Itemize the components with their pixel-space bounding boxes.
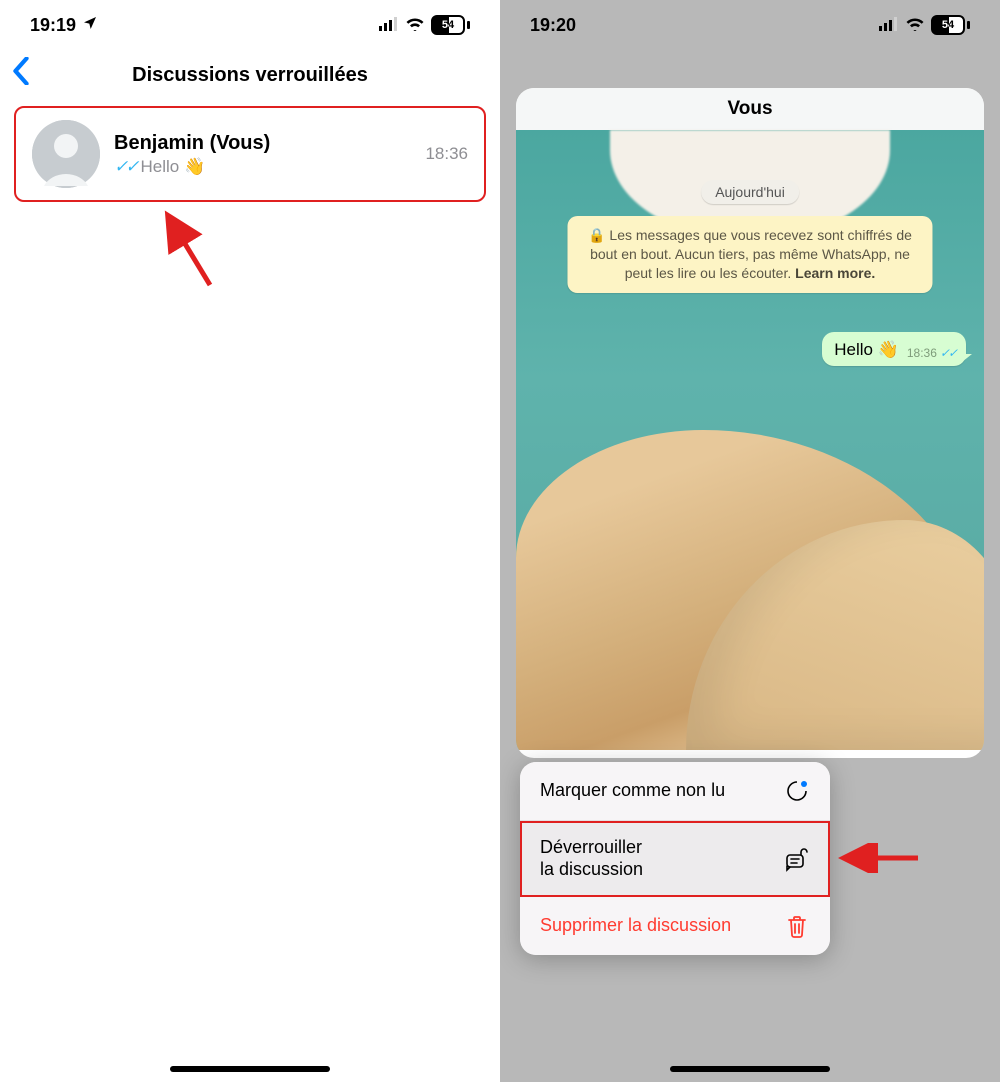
chat-time: 18:36	[425, 144, 468, 164]
chat-background: Aujourd'hui 🔒 Les messages que vous rece…	[516, 130, 984, 750]
status-bar: 19:19 54	[0, 0, 500, 50]
menu-label-line1: Déverrouiller	[540, 837, 642, 857]
status-time: 19:19	[30, 15, 76, 36]
annotation-arrow-icon	[838, 843, 928, 873]
date-pill: Aujourd'hui	[701, 180, 799, 204]
trash-icon	[784, 913, 810, 939]
encryption-learn-more[interactable]: Learn more.	[795, 265, 875, 281]
unlock-chat-icon	[784, 846, 810, 872]
read-receipt-icon: ✓✓	[940, 346, 956, 360]
chat-title: Vous	[516, 88, 984, 130]
menu-label: Marquer comme non lu	[540, 780, 725, 802]
location-icon	[82, 15, 98, 36]
unread-icon	[784, 778, 810, 804]
menu-delete-chat[interactable]: Supprimer la discussion	[520, 897, 830, 955]
encryption-notice: 🔒 Les messages que vous recevez sont chi…	[567, 216, 932, 293]
page-title: Discussions verrouillées	[132, 64, 368, 87]
menu-unlock-chat[interactable]: Déverrouiller la discussion	[520, 821, 830, 897]
wifi-icon	[905, 15, 925, 36]
context-menu: Marquer comme non lu Déverrouiller la di…	[520, 762, 830, 955]
left-screenshot: 19:19 54 Discussions verrouillées	[0, 0, 500, 1082]
cellular-icon	[879, 15, 899, 36]
nav-header: Discussions verrouillées	[0, 50, 500, 100]
annotation-arrow-icon	[150, 205, 230, 295]
chat-list-item[interactable]: Benjamin (Vous) ✓✓ Hello 👋 18:36	[14, 106, 486, 202]
status-time: 19:20	[530, 15, 576, 36]
cellular-icon	[379, 15, 399, 36]
menu-label: Supprimer la discussion	[540, 915, 731, 937]
chat-preview: ✓✓ Hello 👋	[114, 157, 411, 177]
right-screenshot: 19:20 54 Vous Aujourd'hui 🔒 Les	[500, 0, 1000, 1082]
message-text: Hello 👋	[834, 340, 899, 360]
back-icon[interactable]	[12, 57, 30, 93]
status-bar: 19:20 54	[500, 0, 1000, 50]
chat-preview-card[interactable]: Vous Aujourd'hui 🔒 Les messages que vous…	[516, 88, 984, 758]
battery-icon: 54	[431, 15, 465, 35]
chat-name: Benjamin (Vous)	[114, 132, 411, 155]
message-time: 18:36	[907, 346, 937, 360]
wifi-icon	[405, 15, 425, 36]
menu-label-line2: la discussion	[540, 859, 643, 879]
battery-level: 54	[942, 19, 954, 31]
chat-preview-text: Hello 👋	[141, 157, 206, 177]
lock-icon: 🔒	[588, 227, 605, 243]
menu-label: Déverrouiller la discussion	[540, 837, 643, 880]
read-receipt-icon: ✓✓	[114, 157, 137, 177]
menu-mark-unread[interactable]: Marquer comme non lu	[520, 762, 830, 821]
battery-icon: 54	[931, 15, 965, 35]
message-bubble[interactable]: Hello 👋 18:36 ✓✓	[822, 332, 966, 366]
home-indicator	[670, 1066, 830, 1072]
avatar	[32, 120, 100, 188]
battery-level: 54	[442, 19, 454, 31]
home-indicator	[170, 1066, 330, 1072]
